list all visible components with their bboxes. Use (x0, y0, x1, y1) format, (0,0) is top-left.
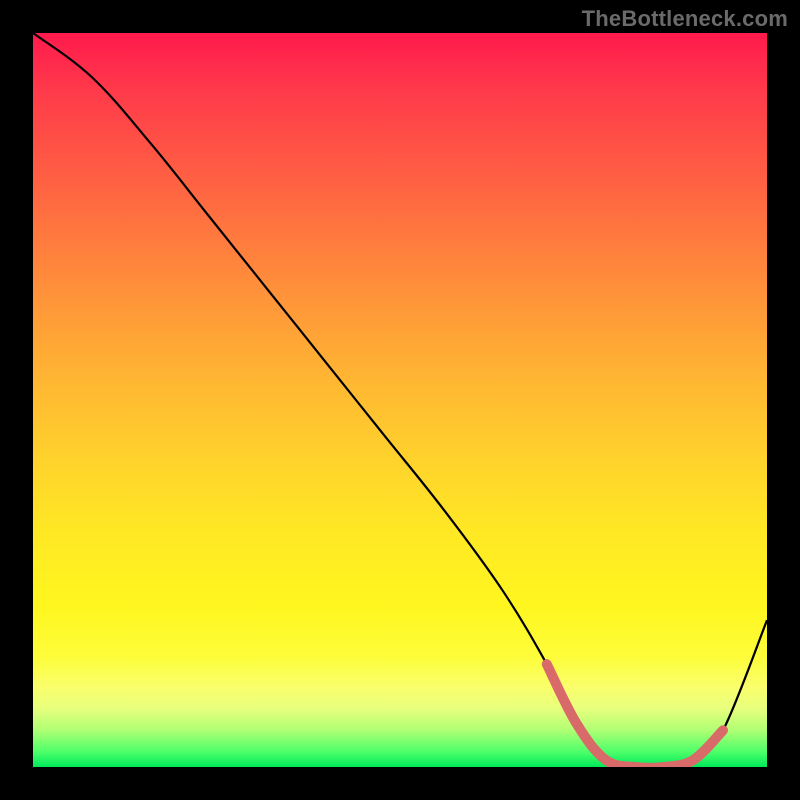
optimal-range-highlight (547, 664, 723, 767)
plot-area (33, 33, 767, 767)
bottleneck-curve (33, 33, 767, 767)
chart-frame: TheBottleneck.com (0, 0, 800, 800)
watermark-text: TheBottleneck.com (582, 6, 788, 32)
curve-layer (33, 33, 767, 767)
